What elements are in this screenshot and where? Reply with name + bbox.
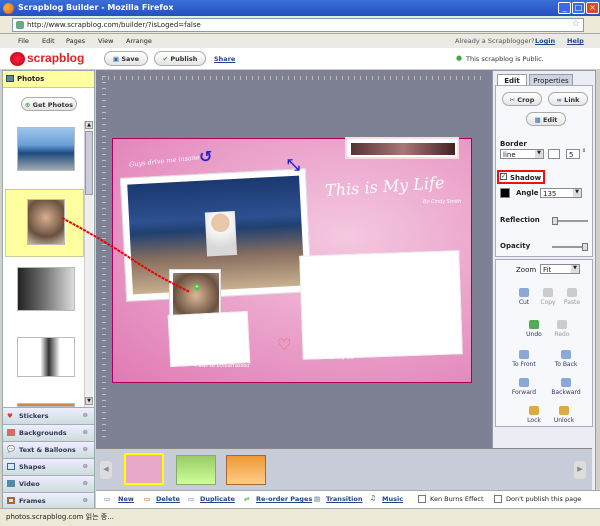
shadow-checkbox[interactable]: ✓ <box>500 173 507 180</box>
delete-icon: ▭ <box>144 495 151 503</box>
border-width-input[interactable]: 5 <box>566 149 580 159</box>
shadow-color-swatch[interactable] <box>500 188 510 198</box>
zoom-label: Zoom <box>516 266 537 274</box>
redo-icon <box>557 320 567 329</box>
to-front-button[interactable]: To Front <box>504 350 544 368</box>
unlock-button[interactable]: Unlock <box>544 406 584 424</box>
page-thumb-1[interactable] <box>124 453 164 485</box>
link-icon: ∞ <box>556 96 562 104</box>
opacity-knob[interactable] <box>582 243 588 251</box>
angle-label: Angle <box>516 189 539 197</box>
new-page-icon: ▭ <box>104 495 111 503</box>
music-link[interactable]: Music <box>382 495 403 503</box>
transition-link[interactable]: Transition <box>326 495 362 503</box>
reorder-icon: ⇄ <box>244 495 250 503</box>
page-actions-bar: ▭ New ▭ Delete ▭ Duplicate ⇄ Re-order Pa… <box>96 490 600 508</box>
angle-select[interactable]: 135 ▼ <box>540 188 582 198</box>
backward-button[interactable]: Backward <box>546 378 586 396</box>
transition-icon: ▤ <box>314 495 321 503</box>
shadow-label: Shadow <box>510 174 542 182</box>
dont-publish-label: Don't publish this page <box>506 495 582 503</box>
border-label: Border <box>500 140 527 148</box>
forward-button[interactable]: Forward <box>504 378 544 396</box>
edit-icon: ▦ <box>534 116 541 124</box>
ken-burns-checkbox[interactable] <box>418 495 426 503</box>
stepper-icon[interactable]: ⇕ <box>582 148 586 154</box>
to-front-icon <box>519 350 529 359</box>
tools-pane: Zoom Fit ▼ Cut Copy Paste Undo Redo To Fr… <box>495 259 593 427</box>
ken-burns-label: Ken Burns Effect <box>430 495 484 503</box>
reflection-knob[interactable] <box>552 217 558 225</box>
unlock-icon <box>559 406 569 415</box>
edit-button[interactable]: ▦ Edit <box>526 112 566 126</box>
page-filmstrip: ◀ ▶ <box>96 448 592 490</box>
crop-icon: ✂ <box>509 96 516 104</box>
page-thumb-3[interactable] <box>226 455 266 485</box>
opacity-label: Opacity <box>500 242 531 250</box>
filmstrip-left-icon[interactable]: ◀ <box>100 461 112 479</box>
new-page-link[interactable]: New <box>118 495 134 503</box>
lock-icon <box>529 406 539 415</box>
duplicate-page-link[interactable]: Duplicate <box>200 495 235 503</box>
crop-button[interactable]: ✂ Crop <box>502 92 542 106</box>
opacity-slider[interactable] <box>552 243 588 251</box>
right-panel: Edit Properties ✂ Crop ∞ Link ▦ Edit Bor… <box>492 70 596 508</box>
paste-icon <box>567 288 577 297</box>
filmstrip-right-icon[interactable]: ▶ <box>574 461 586 479</box>
duplicate-icon: ▭ <box>188 495 195 503</box>
undo-icon <box>529 320 539 329</box>
border-style-select[interactable]: line ▼ <box>500 149 544 159</box>
link-button[interactable]: ∞ Link <box>548 92 588 106</box>
reflection-label: Reflection <box>500 216 540 224</box>
dont-publish-checkbox[interactable] <box>494 495 502 503</box>
to-back-icon <box>561 350 571 359</box>
chevron-down-icon: ▼ <box>571 265 579 273</box>
to-back-button[interactable]: To Back <box>546 350 586 368</box>
edit-pane: ✂ Crop ∞ Link ▦ Edit Border line ▼ 5 ⇕ ✓ … <box>495 85 593 257</box>
reorder-pages-link[interactable]: Re-order Pages <box>256 495 312 503</box>
forward-icon <box>519 378 529 387</box>
reflection-slider[interactable] <box>552 217 588 225</box>
chevron-down-icon: ▼ <box>535 150 543 158</box>
backward-icon <box>561 378 571 387</box>
browser-status-bar: photos.scrapblog.com 읽는 중... <box>0 508 600 526</box>
chevron-down-icon: ▼ <box>573 189 581 197</box>
delete-page-link[interactable]: Delete <box>156 495 180 503</box>
redo-button[interactable]: Redo <box>542 320 582 338</box>
music-icon: ♫ <box>370 494 376 502</box>
paste-button[interactable]: Paste <box>552 288 592 306</box>
page-thumb-2[interactable] <box>176 455 216 485</box>
border-color-swatch[interactable] <box>548 149 560 159</box>
zoom-select[interactable]: Fit ▼ <box>540 264 580 274</box>
status-text: photos.scrapblog.com 읽는 중... <box>6 513 114 521</box>
